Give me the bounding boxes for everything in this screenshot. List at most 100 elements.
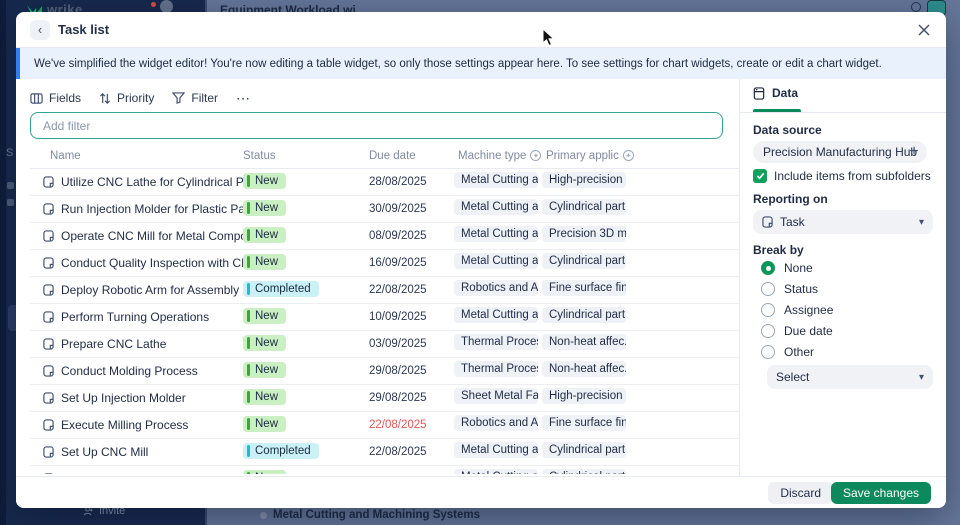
status-cell: New bbox=[243, 200, 369, 219]
primary-applic-cell: Cylindrical part... bbox=[542, 199, 739, 220]
fields-button[interactable]: Fields bbox=[30, 91, 81, 105]
machine-type-cell: Metal Cutting a... bbox=[454, 469, 542, 475]
machine-type-cell: Metal Cutting a... bbox=[454, 307, 542, 328]
machine-type-tag: Metal Cutting a... bbox=[454, 172, 538, 188]
status-cell: New bbox=[243, 389, 369, 408]
more-options-button[interactable]: ⋯ bbox=[236, 90, 251, 107]
task-name-cell: Operate CNC Mill for Metal Components bbox=[30, 229, 243, 243]
save-changes-button[interactable]: Save changes bbox=[831, 482, 931, 504]
column-header-status[interactable]: Status bbox=[243, 150, 369, 162]
status-badge: New bbox=[243, 416, 286, 432]
task-icon bbox=[43, 473, 54, 474]
status-bar-icon bbox=[247, 364, 250, 376]
status-badge: New bbox=[243, 254, 286, 270]
filter-button[interactable]: Filter bbox=[172, 91, 218, 105]
status-bar-icon bbox=[247, 229, 250, 241]
task-name-cell: Perform Turning Operations bbox=[30, 310, 243, 324]
status-bar-icon bbox=[247, 175, 250, 187]
table-row[interactable]: Set Up Injection Molder New 29/08/2025 S… bbox=[30, 385, 739, 412]
table-row[interactable]: Utilize CNC Lathe for Cylindrical Parts … bbox=[30, 169, 739, 196]
notification-dot bbox=[151, 2, 156, 7]
machine-type-cell: Thermal Proces... bbox=[454, 334, 542, 355]
info-banner: We've simplified the widget editor! You'… bbox=[16, 48, 946, 79]
primary-applic-tag: High-precision ... bbox=[542, 172, 626, 188]
column-header-due-date[interactable]: Due date bbox=[369, 150, 454, 162]
table-row[interactable]: Deploy Robotic Arm for Assembly Complete… bbox=[30, 277, 739, 304]
table-row[interactable]: Perform Turning Operations New 10/09/202… bbox=[30, 304, 739, 331]
primary-applic-tag: Fine surface fin... bbox=[542, 415, 626, 431]
task-name: Set Up CNC Mill bbox=[61, 445, 148, 459]
active-tab-underline bbox=[753, 109, 801, 112]
machine-type-tag: Metal Cutting a... bbox=[454, 442, 538, 458]
due-date-cell: 30/09/2025 bbox=[369, 203, 454, 215]
task-name-cell: Utilize CNC Lathe for Cylindrical Parts bbox=[30, 175, 243, 189]
filter-funnel-icon bbox=[172, 92, 185, 104]
primary-applic-tag: Cylindrical part... bbox=[542, 253, 626, 269]
break-by-radio[interactable]: Status bbox=[761, 282, 833, 296]
task-icon bbox=[43, 284, 54, 296]
task-icon bbox=[43, 176, 54, 188]
break-by-radio[interactable]: Assignee bbox=[761, 303, 833, 317]
bullet-icon bbox=[260, 512, 267, 519]
status-badge: Completed bbox=[243, 443, 319, 459]
status-cell: New bbox=[243, 362, 369, 381]
primary-applic-cell: Cylindrical part... bbox=[542, 253, 739, 274]
task-name: Set Up Injection Molder bbox=[61, 391, 186, 405]
due-date-cell: 10/09/2025 bbox=[369, 311, 454, 323]
status-bar-icon bbox=[247, 256, 250, 268]
table-row[interactable]: Operate CNC Mill for Metal Components Ne… bbox=[30, 223, 739, 250]
status-cell: Completed bbox=[243, 281, 369, 300]
column-header-machine-type[interactable]: Machine type✦ bbox=[454, 150, 542, 162]
table-row[interactable]: Conduct Molding Process New 29/08/2025 T… bbox=[30, 358, 739, 385]
column-header-name[interactable]: Name bbox=[30, 150, 243, 162]
due-date-cell: 16/09/2025 bbox=[369, 257, 454, 269]
break-by-radio[interactable]: None bbox=[761, 261, 833, 275]
include-subfolders-checkbox[interactable]: Include items from subfolders bbox=[753, 169, 931, 183]
table-row[interactable]: Conduct Quality Inspection with CMM New … bbox=[30, 250, 739, 277]
radio-icon bbox=[761, 261, 775, 275]
primary-applic-cell: Precision 3D m... bbox=[542, 226, 739, 247]
add-data-source-button[interactable]: + bbox=[903, 141, 925, 163]
table-row[interactable]: Run Injection Molder for Plastic Parts N… bbox=[30, 196, 739, 223]
add-filter-input[interactable] bbox=[30, 112, 723, 139]
machine-type-cell: Thermal Proces... bbox=[454, 361, 542, 382]
sidebar-sliver-text: S bbox=[6, 147, 13, 159]
panel-tabs: Data bbox=[740, 79, 946, 113]
ai-badge-icon: ✦ bbox=[530, 150, 541, 161]
table-row[interactable]: Execute Milling Process New 22/08/2025 R… bbox=[30, 412, 739, 439]
reporting-on-dropdown[interactable]: Task ▾ bbox=[753, 210, 933, 234]
task-name-cell: Conduct Molding Process bbox=[30, 364, 243, 378]
table-row[interactable]: New Metal Cutting a... Cylindrical part.… bbox=[30, 466, 739, 474]
task-name-cell: Conduct Quality Inspection with CMM bbox=[30, 256, 243, 270]
ai-badge-icon: ✦ bbox=[623, 150, 634, 161]
chevron-down-icon: ▾ bbox=[919, 372, 924, 383]
status-bar-icon bbox=[247, 202, 250, 214]
task-icon bbox=[43, 257, 54, 269]
task-name: Conduct Quality Inspection with CMM bbox=[61, 256, 243, 270]
primary-applic-cell: Cylindrical part... bbox=[542, 469, 739, 475]
primary-applic-tag: Cylindrical part... bbox=[542, 469, 626, 475]
break-by-radio[interactable]: Due date bbox=[761, 324, 833, 338]
search-icon[interactable] bbox=[911, 2, 921, 12]
tab-data[interactable]: Data bbox=[753, 86, 798, 100]
back-button[interactable]: ‹ bbox=[30, 20, 50, 40]
banner-accent-bar bbox=[16, 48, 20, 79]
primary-applic-cell: Non-heat affec... bbox=[542, 361, 739, 382]
table-row[interactable]: Prepare CNC Lathe New 03/09/2025 Thermal… bbox=[30, 331, 739, 358]
break-by-radio[interactable]: Other bbox=[761, 345, 833, 359]
table-body: Utilize CNC Lathe for Cylindrical Parts … bbox=[30, 169, 739, 474]
discard-button[interactable]: Discard bbox=[768, 482, 833, 504]
primary-applic-cell: Cylindrical part... bbox=[542, 307, 739, 328]
data-source-chip[interactable]: Precision Manufacturing Hub bbox=[753, 141, 927, 163]
close-icon[interactable] bbox=[916, 22, 932, 38]
status-badge: New bbox=[243, 308, 286, 324]
column-header-primary-applic[interactable]: Primary applic✦ bbox=[542, 150, 739, 162]
radio-icon bbox=[761, 282, 775, 296]
task-icon bbox=[43, 392, 54, 404]
machine-type-tag: Thermal Proces... bbox=[454, 361, 538, 377]
status-cell: Completed bbox=[243, 443, 369, 462]
task-icon bbox=[43, 203, 54, 215]
break-by-other-select[interactable]: Select ▾ bbox=[767, 365, 933, 389]
priority-sort-button[interactable]: Priority bbox=[99, 91, 154, 105]
table-row[interactable]: Set Up CNC Mill Completed 22/08/2025 Met… bbox=[30, 439, 739, 466]
